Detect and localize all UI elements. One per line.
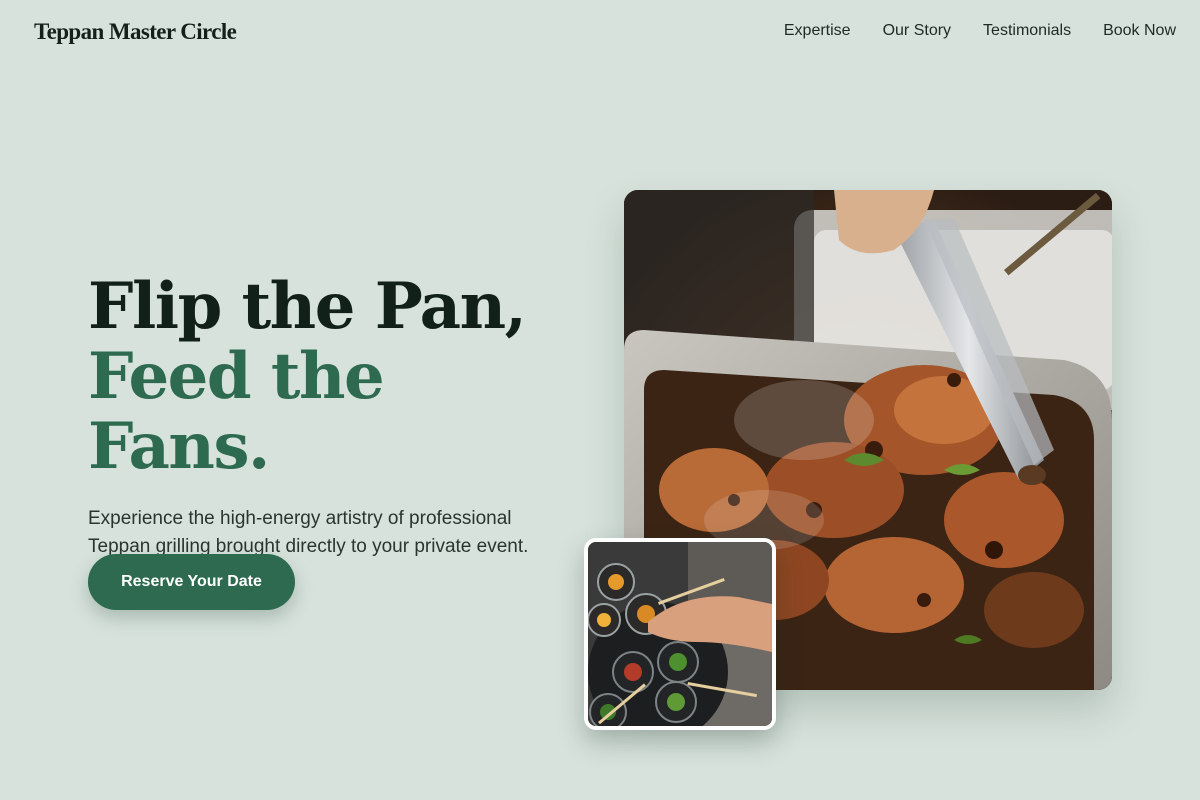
headline-line-2: Feed the Fans. [88, 339, 385, 484]
skewer-appetizers-photo [584, 538, 776, 730]
nav-link-expertise[interactable]: Expertise [784, 22, 851, 40]
nav-link-testimonials[interactable]: Testimonials [983, 22, 1071, 40]
nav-menu: Expertise Our Story Testimonials Book No… [784, 22, 1176, 40]
skewer-appetizers-illustration [588, 542, 772, 726]
hero-copy: Flip the Pan, Feed the Fans. Experience … [88, 272, 568, 561]
brand-logo[interactable]: Teppan Master Circle [34, 19, 237, 45]
nav-link-book-now[interactable]: Book Now [1103, 22, 1176, 40]
hero-headline: Flip the Pan, Feed the Fans. [88, 272, 568, 482]
reserve-date-button[interactable]: Reserve Your Date [88, 554, 295, 610]
top-navigation: Teppan Master Circle Expertise Our Story… [0, 0, 1200, 64]
nav-link-our-story[interactable]: Our Story [883, 22, 951, 40]
hero-description: Experience the high-energy artistry of p… [88, 508, 529, 557]
headline-line-1: Flip the Pan, [88, 269, 527, 344]
